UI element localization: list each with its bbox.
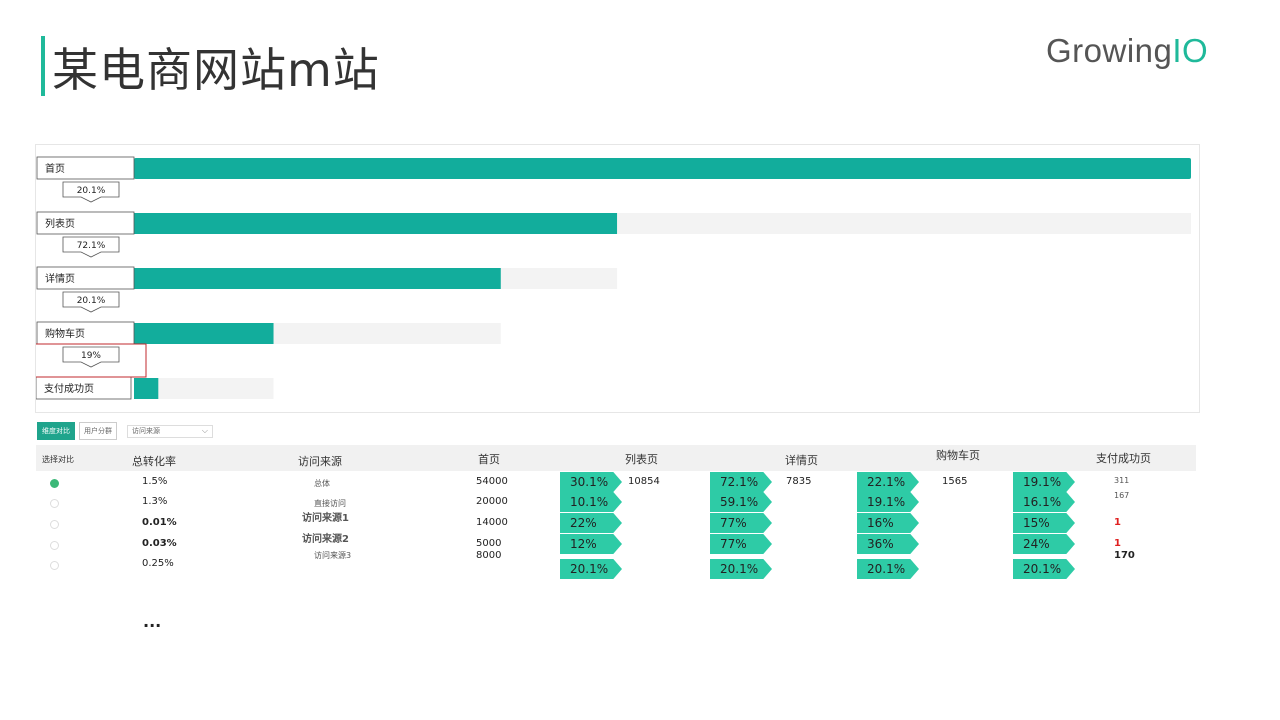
logo-io-text: IO [1172, 32, 1209, 69]
conversion-label-3: 19% [81, 351, 101, 361]
row-3-conversion-arrow-1: 77% [710, 534, 772, 554]
row-pay-3: 1 [1114, 538, 1121, 549]
row-2-conversion-arrow-2: 16% [857, 513, 919, 533]
tab-dimension-compare[interactable]: 维度对比 [37, 422, 75, 440]
funnel-label-4: 支付成功页 [44, 382, 94, 395]
row-3-conversion-arrow-2: 36% [857, 534, 919, 554]
page-title: 某电商网站m站 [52, 43, 380, 97]
header-detail: 详情页 [785, 454, 818, 467]
logo-text: Growing [1046, 32, 1173, 69]
conversion-label-1: 72.1% [77, 241, 106, 251]
row-0-conversion-arrow-1: 72.1% [710, 472, 772, 492]
row-cart-0: 1565 [942, 476, 968, 487]
row-2-conversion-arrow-1: 77% [710, 513, 772, 533]
funnel-bar-4 [134, 378, 159, 399]
funnel-bar-0 [134, 158, 1191, 179]
conversion-label-0: 20.1% [77, 186, 106, 196]
conversion-label-2: 20.1% [77, 296, 106, 306]
row-4-conversion-arrow-1: 20.1% [710, 559, 772, 579]
growingio-logo: GrowingIO [1046, 32, 1208, 70]
compare-tabs: 维度对比 用户分群 访问来源 ⌵ [37, 422, 213, 440]
funnel-svg: 首页列表页详情页购物车页支付成功页 20.1% 72.1% 20.1% 19% [36, 156, 1191, 400]
header-cart: 购物车页 [936, 449, 980, 462]
tab-user-segment[interactable]: 用户分群 [79, 422, 117, 440]
row-radio-0[interactable] [50, 479, 59, 488]
row-home-4: 8000 [476, 550, 502, 561]
table-header [36, 445, 1196, 471]
row-radio-2[interactable] [50, 520, 59, 529]
row-source-1: 直接访问 [314, 499, 346, 508]
header-home: 首页 [478, 453, 500, 466]
funnel-bar-3 [134, 323, 274, 344]
row-total-rate-3: 0.03% [142, 538, 177, 549]
row-4-conversion-arrow-2: 20.1% [857, 559, 919, 579]
row-2-conversion-arrow-3: 15% [1013, 513, 1075, 533]
header-pay: 支付成功页 [1096, 452, 1151, 465]
source-select-value: 访问来源 [132, 427, 160, 435]
row-list-0: 10854 [628, 476, 660, 487]
row-home-0: 54000 [476, 476, 508, 487]
row-1-conversion-arrow-0: 10.1% [560, 492, 622, 512]
row-3-conversion-arrow-0: 12% [560, 534, 622, 554]
row-total-rate-0: 1.5% [142, 476, 168, 487]
header-list: 列表页 [625, 453, 658, 466]
header-select: 选择对比 [42, 455, 74, 464]
row-pay-4: 170 [1114, 550, 1135, 561]
row-radio-4[interactable] [50, 561, 59, 570]
row-detail-0: 7835 [786, 476, 812, 487]
row-home-3: 5000 [476, 538, 502, 549]
row-total-rate-2: 0.01% [142, 517, 177, 528]
funnel-bar-1 [134, 213, 618, 234]
row-radio-3[interactable] [50, 541, 59, 550]
row-source-2: 访问来源1 [302, 513, 349, 524]
row-source-0: 总体 [314, 479, 330, 488]
row-1-conversion-arrow-1: 59.1% [710, 492, 772, 512]
funnel-bar-2 [134, 268, 501, 289]
funnel-label-3: 购物车页 [45, 327, 85, 340]
row-0-conversion-arrow-0: 30.1% [560, 472, 622, 492]
row-total-rate-1: 1.3% [142, 496, 168, 507]
funnel-label-2: 详情页 [45, 272, 75, 285]
row-0-conversion-arrow-3: 19.1% [1013, 472, 1075, 492]
row-2-conversion-arrow-0: 22% [560, 513, 622, 533]
row-3-conversion-arrow-3: 24% [1013, 534, 1075, 554]
row-0-conversion-arrow-2: 22.1% [857, 472, 919, 492]
compare-table: 选择对比 总转化率 访问来源 首页 列表页 详情页 购物车页 支付成功页 1.5… [36, 445, 1196, 579]
row-total-rate-4: 0.25% [142, 558, 174, 569]
funnel-chart: 首页列表页详情页购物车页支付成功页 20.1% 72.1% 20.1% 19% [35, 144, 1200, 413]
funnel-label-0: 首页 [45, 162, 65, 175]
row-home-2: 14000 [476, 517, 508, 528]
row-home-1: 20000 [476, 496, 508, 507]
row-pay-2: 1 [1114, 517, 1121, 528]
title-accent-bar [41, 36, 45, 96]
more-ellipsis: ... [143, 612, 162, 631]
header-source: 访问来源 [298, 455, 342, 468]
row-4-conversion-arrow-0: 20.1% [560, 559, 622, 579]
row-radio-1[interactable] [50, 499, 59, 508]
row-1-conversion-arrow-2: 19.1% [857, 492, 919, 512]
chevron-down-icon: ⌵ [201, 426, 208, 435]
header-total-rate: 总转化率 [132, 455, 176, 468]
row-pay-0: 311 [1114, 476, 1130, 485]
source-select[interactable]: 访问来源 ⌵ [127, 424, 213, 438]
row-pay-1: 167 [1114, 491, 1130, 500]
row-1-conversion-arrow-3: 16.1% [1013, 492, 1075, 512]
funnel-label-1: 列表页 [45, 217, 75, 230]
row-source-4: 访问来源3 [314, 551, 352, 560]
row-source-3: 访问来源2 [302, 534, 349, 545]
row-4-conversion-arrow-3: 20.1% [1013, 559, 1075, 579]
